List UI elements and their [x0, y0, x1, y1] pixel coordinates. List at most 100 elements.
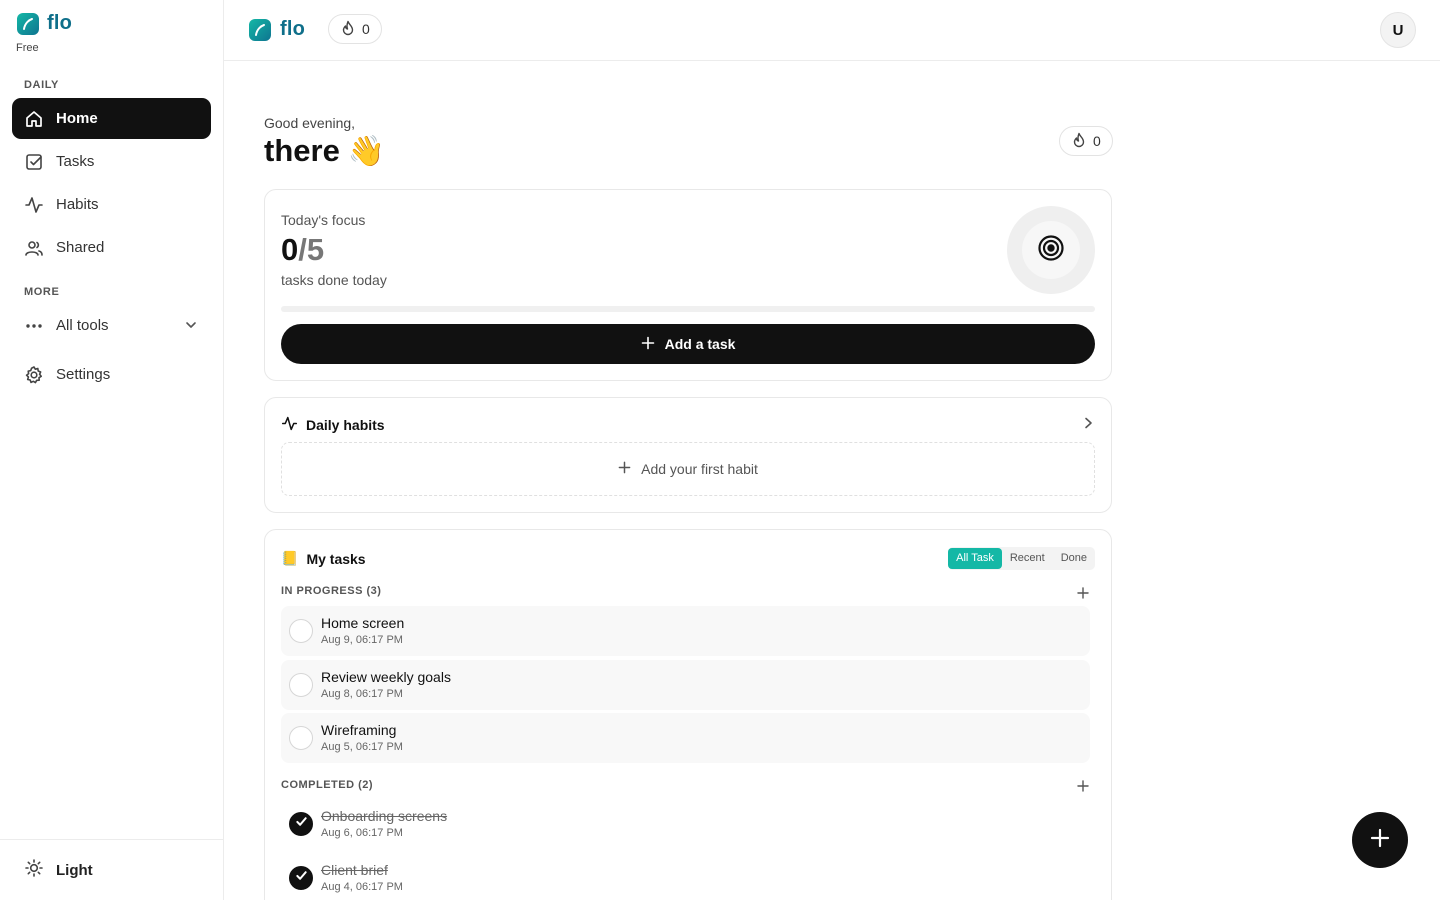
target-icon — [1037, 234, 1065, 267]
tab-all-task[interactable]: All Task — [948, 548, 1002, 569]
task-row[interactable]: Client brief Aug 4, 06:17 PM — [281, 853, 1090, 900]
avatar[interactable]: U — [1380, 12, 1416, 48]
top-bar: flo 0 U — [224, 0, 1440, 61]
habits-title[interactable]: Daily habits — [281, 415, 385, 435]
sun-icon — [24, 858, 44, 882]
task-date: Aug 4, 06:17 PM — [321, 881, 403, 893]
gear-icon — [24, 365, 44, 385]
task-checkbox[interactable] — [289, 726, 313, 750]
task-date: Aug 5, 06:17 PM — [321, 741, 403, 753]
activity-icon — [24, 195, 44, 215]
streak-count: 0 — [362, 21, 370, 37]
flame-icon — [1071, 132, 1087, 151]
focus-card: Today's focus 0/5 tasks done today Add a… — [264, 189, 1112, 381]
plus-icon — [618, 461, 631, 477]
focus-progress-bar — [281, 306, 1095, 312]
topbar-brand[interactable]: flo — [249, 18, 305, 41]
tasks-card: 📒 My tasks All Task Recent Done IN PROGR… — [264, 529, 1112, 900]
focus-progress-ring — [1007, 206, 1095, 294]
sidebar-item-settings[interactable]: Settings — [12, 354, 211, 395]
sidebar-footer: Light — [0, 839, 223, 900]
floating-add-button[interactable] — [1352, 812, 1408, 868]
user-name: there — [264, 133, 340, 168]
add-completed-button[interactable] — [1075, 778, 1091, 794]
plan-label: Free — [16, 42, 39, 54]
task-checkbox[interactable] — [289, 673, 313, 697]
focus-total: /5 — [298, 232, 325, 267]
task-title: Review weekly goals — [321, 669, 451, 685]
habits-card: Daily habits Add your first habit — [264, 397, 1112, 513]
streak-count: 0 — [1093, 133, 1101, 149]
add-task-label: Add a task — [664, 336, 736, 352]
checkbox-icon — [24, 152, 44, 172]
task-title: Onboarding screens — [321, 808, 448, 824]
sidebar-item-label: Habits — [56, 196, 99, 213]
task-title: Home screen — [321, 615, 405, 631]
focus-count: 0/5 — [281, 232, 324, 268]
task-checkbox[interactable] — [289, 812, 313, 836]
check-icon — [295, 869, 308, 887]
add-in-progress-button[interactable] — [1075, 585, 1091, 601]
sidebar-item-home[interactable]: Home — [12, 98, 211, 139]
activity-icon — [281, 415, 298, 435]
tab-done[interactable]: Done — [1053, 548, 1095, 569]
sidebar-item-label: Settings — [56, 366, 111, 383]
task-filter-tabs: All Task Recent Done — [948, 547, 1095, 570]
streak-badge[interactable]: 0 — [328, 14, 382, 44]
chevron-right-icon[interactable] — [1081, 416, 1095, 435]
completed-label: COMPLETED (2) — [281, 779, 374, 791]
sidebar-item-shared[interactable]: Shared — [12, 227, 211, 268]
task-row[interactable]: Home screen Aug 9, 06:17 PM — [281, 606, 1090, 656]
theme-toggle-button[interactable]: Light — [12, 850, 211, 890]
task-row[interactable]: Wireframing Aug 5, 06:17 PM — [281, 713, 1090, 763]
flo-logo-icon — [17, 12, 39, 35]
task-date: Aug 9, 06:17 PM — [321, 634, 403, 646]
theme-label: Light — [56, 861, 93, 879]
users-icon — [24, 238, 44, 258]
sidebar-item-all-tools[interactable]: All tools — [12, 305, 211, 346]
flo-logo-icon — [249, 18, 271, 41]
notebook-emoji: 📒 — [281, 550, 299, 566]
greeting-text: Good evening, — [264, 115, 356, 131]
focus-done: 0 — [281, 232, 299, 267]
sidebar-item-label: Tasks — [56, 153, 95, 170]
section-label-more: MORE — [24, 286, 60, 298]
check-icon — [295, 815, 308, 833]
sidebar-item-label: Home — [56, 110, 98, 127]
sidebar-item-label: Shared — [56, 239, 105, 256]
flame-icon — [340, 20, 356, 39]
tab-recent[interactable]: Recent — [1002, 548, 1053, 569]
brand-logo[interactable]: flo — [17, 12, 72, 35]
greeting-streak-badge[interactable]: 0 — [1059, 126, 1113, 156]
focus-subtitle: tasks done today — [281, 272, 387, 288]
task-row[interactable]: Onboarding screens Aug 6, 06:17 PM — [281, 799, 1090, 849]
home-icon — [24, 109, 44, 129]
sidebar-item-tasks[interactable]: Tasks — [12, 141, 211, 182]
tasks-title: 📒 My tasks — [281, 550, 366, 567]
task-checkbox[interactable] — [289, 619, 313, 643]
add-task-button[interactable]: Add a task — [281, 324, 1095, 364]
task-title: Wireframing — [321, 722, 397, 738]
sidebar-item-label: All tools — [56, 317, 109, 334]
focus-label: Today's focus — [281, 212, 366, 228]
habits-title-label: Daily habits — [306, 417, 385, 433]
brand-name: flo — [47, 12, 73, 34]
plus-icon — [1369, 827, 1391, 854]
chevron-down-icon — [183, 317, 199, 337]
section-label-daily: DAILY — [24, 79, 59, 91]
tasks-title-label: My tasks — [306, 550, 366, 567]
task-row[interactable]: Review weekly goals Aug 8, 06:17 PM — [281, 660, 1090, 710]
task-checkbox[interactable] — [289, 866, 313, 890]
task-date: Aug 6, 06:17 PM — [321, 827, 403, 839]
task-title: Client brief — [321, 862, 388, 878]
add-habit-button[interactable]: Add your first habit — [281, 442, 1095, 496]
task-date: Aug 8, 06:17 PM — [321, 688, 403, 700]
greeting-name: there 👋 — [264, 133, 385, 169]
in-progress-label: IN PROGRESS (3) — [281, 585, 382, 597]
brand-name: flo — [280, 18, 306, 40]
more-dots-icon — [24, 316, 44, 336]
sidebar: flo Free DAILY Home Tasks Habits Shared … — [0, 0, 224, 900]
wave-emoji: 👋 — [347, 134, 386, 168]
sidebar-item-habits[interactable]: Habits — [12, 184, 211, 225]
plus-icon — [641, 336, 655, 353]
